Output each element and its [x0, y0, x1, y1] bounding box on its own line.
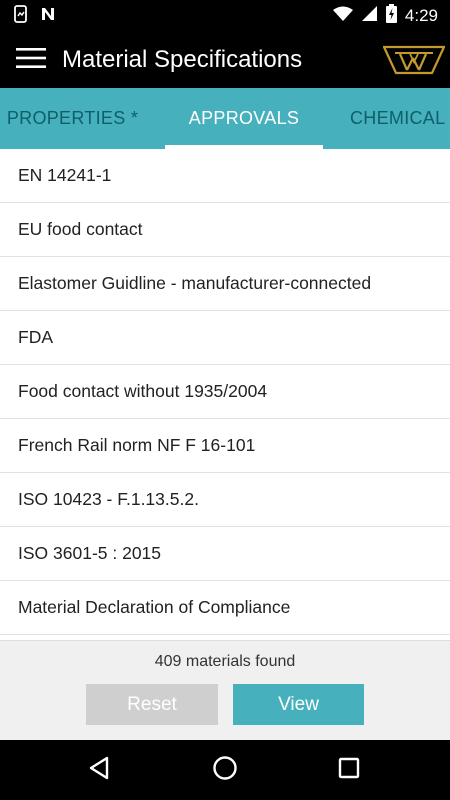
wifi-icon	[332, 6, 353, 27]
status-time: 4:29	[404, 6, 438, 25]
results-count: 409 materials found	[154, 653, 296, 670]
recents-button[interactable]	[319, 740, 379, 800]
list-item[interactable]: French Rail norm NF F 16-101	[0, 419, 450, 473]
view-button[interactable]: View	[233, 684, 364, 725]
system-nav-bar	[0, 740, 450, 800]
status-bar: 4:29	[0, 0, 450, 32]
status-left-icons	[12, 4, 56, 28]
list-item[interactable]: EN 14241-1	[0, 149, 450, 203]
results-panel: 409 materials found Reset View	[0, 640, 450, 740]
back-triangle-icon	[88, 756, 110, 785]
recents-square-icon	[338, 757, 360, 784]
brand-logo	[378, 32, 450, 88]
list-item[interactable]: Material Declaration of Compliance	[0, 581, 450, 635]
list-item[interactable]: ISO 10423 - F.1.13.5.2.	[0, 473, 450, 527]
page-title: Material Specifications	[62, 46, 303, 73]
back-button[interactable]	[69, 740, 129, 800]
approvals-list[interactable]: EN 14241-1 EU food contact Elastomer Gui…	[0, 149, 450, 640]
list-item[interactable]: ISO 3601-5 : 2015	[0, 527, 450, 581]
tab-properties[interactable]: PROPERTIES *	[0, 88, 145, 149]
reset-button[interactable]: Reset	[86, 684, 218, 725]
n-app-icon	[40, 6, 56, 27]
menu-button[interactable]	[0, 32, 62, 88]
list-item[interactable]: Elastomer Guidline - manufacturer-connec…	[0, 257, 450, 311]
tab-chemical[interactable]: CHEMICAL	[350, 88, 450, 149]
list-item[interactable]: Food contact without 1935/2004	[0, 365, 450, 419]
status-right-icons: 4:29	[332, 4, 438, 28]
home-button[interactable]	[195, 740, 255, 800]
signal-icon	[361, 5, 378, 27]
tab-bar: PROPERTIES * APPROVALS CHEMICAL	[0, 88, 450, 149]
list-item[interactable]: EU food contact	[0, 203, 450, 257]
tab-approvals[interactable]: APPROVALS	[165, 88, 323, 149]
home-circle-icon	[212, 755, 238, 786]
battery-charging-icon	[385, 4, 397, 28]
hamburger-menu-icon	[16, 47, 46, 74]
screenshot-icon	[12, 4, 30, 28]
list-item[interactable]: FDA	[0, 311, 450, 365]
app-bar: Material Specifications	[0, 32, 450, 88]
